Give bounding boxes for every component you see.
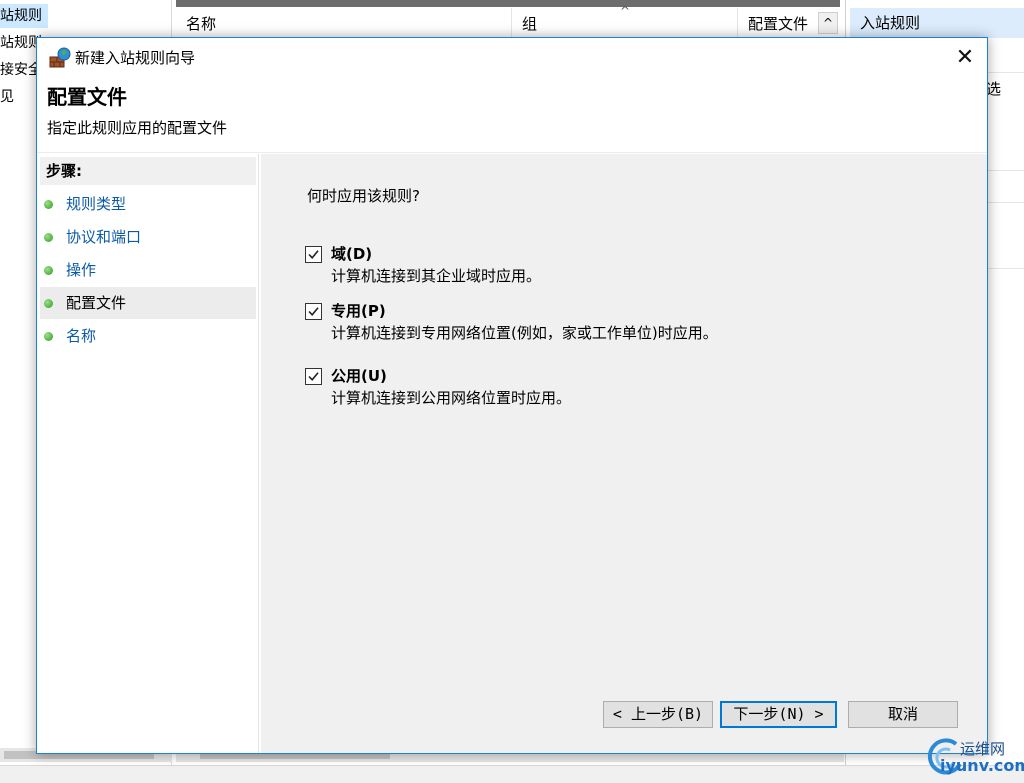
back-button[interactable]: < 上一步(B) [603, 701, 713, 728]
domain-label[interactable]: 域(D) [331, 244, 372, 264]
public-description: 计算机连接到公用网络位置时应用。 [331, 389, 572, 407]
step-protocol-ports[interactable]: 协议和端口 [40, 221, 256, 253]
domain-checkbox[interactable] [305, 246, 322, 263]
step-action[interactable]: 操作 [40, 254, 256, 286]
public-label[interactable]: 公用(U) [331, 366, 387, 386]
check-icon [308, 307, 319, 316]
private-description: 计算机连接到专用网络位置(例如，家或工作单位)时应用。 [331, 324, 718, 342]
wizard-content: 何时应用该规则? 域(D) 计算机连接到其企业域时应用。 专用(P) 计算机连接… [261, 154, 987, 753]
step-bullet-icon [44, 233, 53, 242]
public-checkbox[interactable] [305, 368, 322, 385]
actions-partial-text: 选 [986, 80, 1002, 98]
status-bar [0, 765, 1024, 783]
step-label: 规则类型 [66, 195, 127, 213]
private-label[interactable]: 专用(P) [331, 301, 386, 321]
next-button[interactable]: 下一步(N) > [720, 701, 837, 728]
watermark-domain: iyunv.com [940, 756, 1024, 775]
firewall-icon [49, 47, 71, 69]
check-icon [308, 250, 319, 259]
step-bullet-icon [44, 266, 53, 275]
header-divider [37, 152, 987, 153]
dialog-title: 新建入站规则向导 [75, 49, 196, 67]
column-header-name[interactable]: 名称 [176, 8, 512, 38]
actions-header: 入站规则 [850, 8, 1024, 38]
title-bar[interactable]: 新建入站规则向导 ✕ [37, 38, 987, 78]
step-label: 操作 [66, 261, 97, 279]
tree-item-inbound[interactable]: 站规则 [0, 4, 48, 28]
profile-question: 何时应用该规则? [307, 187, 420, 205]
step-rule-type[interactable]: 规则类型 [40, 188, 256, 220]
new-inbound-rule-wizard: 新建入站规则向导 ✕ 配置文件 指定此规则应用的配置文件 步骤: 规则类型 协议… [36, 37, 988, 754]
step-name[interactable]: 名称 [40, 320, 256, 352]
step-bullet-icon [44, 299, 53, 308]
step-label: 协议和端口 [66, 228, 142, 246]
close-button[interactable]: ✕ [943, 42, 987, 74]
column-header-profile[interactable]: 配置文件 [738, 8, 818, 38]
list-top-bar [176, 0, 840, 7]
page-title: 配置文件 [47, 85, 127, 109]
scroll-up-icon[interactable]: ^ [818, 12, 838, 34]
sort-up-icon: ^ [620, 4, 631, 18]
page-subtitle: 指定此规则应用的配置文件 [47, 119, 228, 137]
step-label: 配置文件 [66, 294, 127, 312]
check-icon [308, 372, 319, 381]
private-checkbox[interactable] [305, 303, 322, 320]
step-profile[interactable]: 配置文件 [40, 287, 256, 319]
domain-description: 计算机连接到其企业域时应用。 [331, 267, 542, 285]
step-bullet-icon [44, 200, 53, 209]
step-bullet-icon [44, 332, 53, 341]
cancel-button[interactable]: 取消 [848, 701, 958, 728]
steps-title: 步骤: [40, 157, 256, 185]
step-label: 名称 [66, 327, 97, 345]
site-watermark: 运维网 iyunv.com [926, 736, 1024, 780]
steps-panel: 步骤: 规则类型 协议和端口 操作 配置文件 名称 [37, 154, 259, 753]
